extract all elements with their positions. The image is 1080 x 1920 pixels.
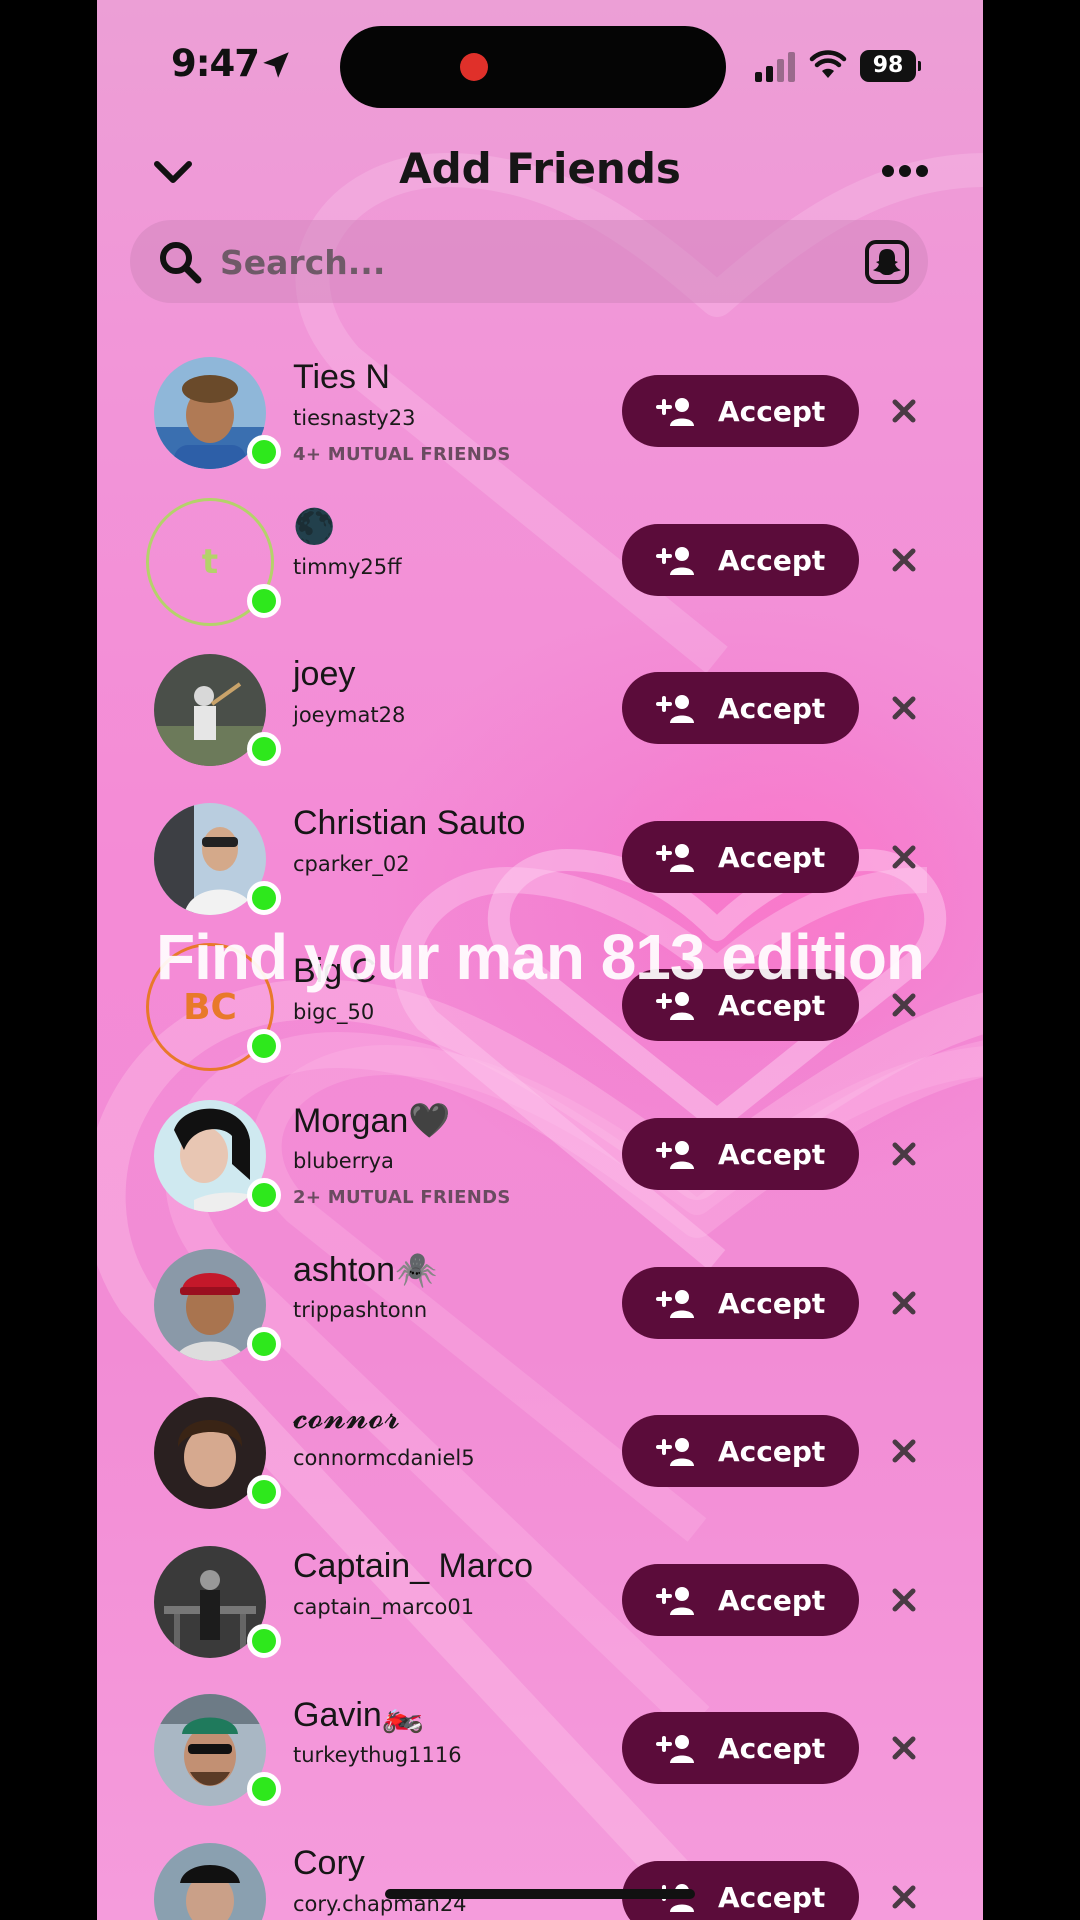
display-name: 𝓬𝓸𝓷𝓷𝓸𝓻 [293,1398,400,1436]
friend-request-row[interactable]: Ties N tiesnasty23 4+ MUTUAL FRIENDS Acc… [97,348,983,488]
wifi-icon [809,50,847,78]
accept-button[interactable]: Accept [622,524,859,596]
snapcode-scan-icon[interactable] [864,239,910,285]
dynamic-island [340,26,726,108]
online-status-dot [247,1624,281,1658]
location-arrow-icon [263,52,289,78]
phone-screen: 9:47 98 Add Friends Ties N tiesnas [97,0,983,1920]
online-status-dot [247,435,281,469]
display-name: joey [293,655,356,693]
accept-button[interactable]: Accept [622,1267,859,1339]
username: joeymat28 [293,703,406,727]
close-icon[interactable] [887,1731,921,1765]
online-status-dot [247,881,281,915]
display-name: 🌑 [293,508,336,546]
close-icon[interactable] [887,1880,921,1914]
username: tiesnasty23 [293,406,416,430]
accept-label: Accept [718,1434,826,1468]
accept-label: Accept [718,543,826,577]
online-status-dot [247,732,281,766]
username: captain_marco01 [293,1595,475,1619]
username: turkeythug1116 [293,1743,462,1767]
add-friend-icon [656,1587,694,1615]
accept-button[interactable]: Accept [622,672,859,744]
online-status-dot [247,584,281,618]
display-name: Ties N [293,358,390,396]
more-options-icon[interactable] [881,158,929,184]
cellular-signal-icon [755,52,795,82]
display-name: Captain_ Marco [293,1547,534,1585]
mutual-friends-count: 2+ MUTUAL FRIENDS [293,1187,511,1208]
username: cparker_02 [293,852,410,876]
close-icon[interactable] [887,394,921,428]
username: trippashtonn [293,1298,428,1322]
add-friend-icon [656,547,694,575]
add-friend-icon [656,844,694,872]
add-friend-icon [656,1141,694,1169]
add-friend-icon [656,398,694,426]
online-status-dot [247,1772,281,1806]
accept-button[interactable]: Accept [622,1712,859,1784]
display-name: Cory [293,1844,365,1882]
close-icon[interactable] [887,1434,921,1468]
accept-label: Accept [718,394,826,428]
add-friend-icon [656,695,694,723]
friend-request-row[interactable]: ashton🕷️ trippashtonn Accept [97,1240,983,1380]
page-title: Add Friends [399,144,681,193]
close-icon[interactable] [887,543,921,577]
close-icon[interactable] [887,1583,921,1617]
accept-label: Accept [718,1583,826,1617]
mutual-friends-count: 4+ MUTUAL FRIENDS [293,444,511,465]
add-friend-icon [656,1438,694,1466]
online-status-dot [247,1327,281,1361]
username: bluberrya [293,1149,394,1173]
display-name: Gavin🏍️ [293,1696,425,1734]
accept-label: Accept [718,1880,826,1914]
username: bigc_50 [293,1000,375,1024]
search-bar[interactable] [130,220,928,303]
video-caption-overlay: Find your man 813 edition [156,921,925,993]
accept-button[interactable]: Accept [622,1415,859,1487]
accept-label: Accept [718,840,826,874]
friend-request-row[interactable]: 𝓬𝓸𝓷𝓷𝓸𝓻 connormcdaniel5 Accept [97,1388,983,1528]
accept-button[interactable]: Accept [622,1118,859,1190]
avatar[interactable] [154,1843,266,1920]
display-name: Morgan🖤 [293,1102,451,1140]
accept-button[interactable]: Accept [622,821,859,893]
friend-request-row[interactable]: Christian Sauto cparker_02 Accept [97,794,983,934]
friend-request-row[interactable]: Morgan🖤 bluberrya 2+ MUTUAL FRIENDS Acce… [97,1091,983,1231]
username: timmy25ff [293,555,402,579]
close-icon[interactable] [887,1286,921,1320]
search-input[interactable] [220,238,780,286]
friend-request-row[interactable]: joey joeymat28 Accept [97,645,983,785]
accept-label: Accept [718,1286,826,1320]
accept-button[interactable]: Accept [622,1564,859,1636]
search-icon [160,242,202,284]
friend-request-row[interactable]: Captain_ Marco captain_marco01 Accept [97,1537,983,1677]
username: connormcdaniel5 [293,1446,475,1470]
recording-indicator [460,53,488,81]
online-status-dot [247,1029,281,1063]
close-icon[interactable] [887,1137,921,1171]
home-indicator[interactable] [385,1889,695,1899]
close-icon[interactable] [887,840,921,874]
display-name: Christian Sauto [293,804,526,842]
display-name: ashton🕷️ [293,1251,438,1289]
accept-label: Accept [718,1137,826,1171]
friend-request-row[interactable]: Cory cory.chapman24 Accept [97,1834,983,1920]
add-friend-icon [656,1290,694,1318]
friend-request-row[interactable]: t 🌑 timmy25ff Accept [97,497,983,637]
online-status-dot [247,1178,281,1212]
online-status-dot [247,1475,281,1509]
status-time: 9:47 [171,42,260,85]
friend-request-row[interactable]: Gavin🏍️ turkeythug1116 Accept [97,1685,983,1825]
accept-label: Accept [718,691,826,725]
accept-button[interactable]: Accept [622,375,859,447]
close-icon[interactable] [887,691,921,725]
accept-label: Accept [718,1731,826,1765]
add-friend-icon [656,1735,694,1763]
battery-indicator: 98 [860,50,921,82]
